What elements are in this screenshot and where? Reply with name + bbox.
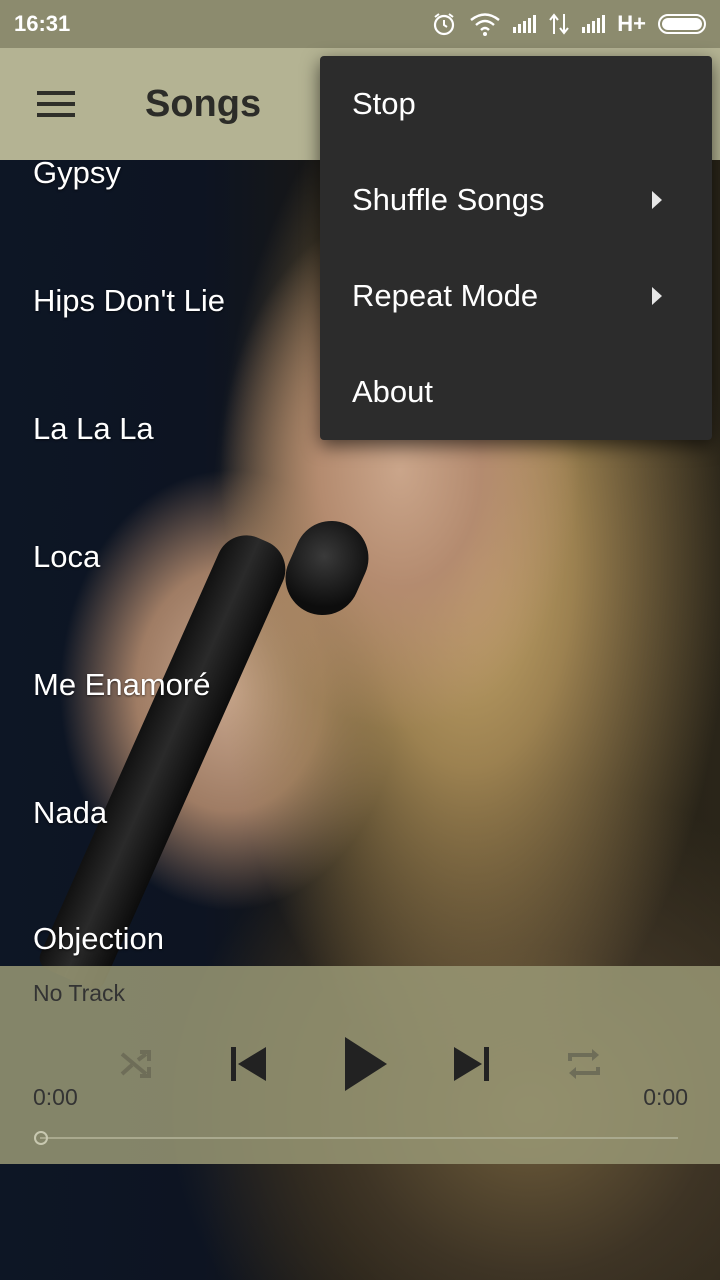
status-bar: 16:31 H+: [0, 0, 720, 48]
overflow-menu: Stop Shuffle Songs Repeat Mode About: [320, 56, 712, 440]
menu-item-about[interactable]: About: [320, 344, 712, 440]
total-duration: 0:00: [643, 1084, 688, 1110]
signal-icon: [513, 15, 537, 33]
seek-bar-track[interactable]: [40, 1137, 678, 1139]
alarm-icon: [434, 13, 455, 36]
previous-icon: [231, 1047, 266, 1081]
shuffle-icon: [120, 1050, 151, 1078]
now-playing-label: No Track: [33, 980, 126, 1006]
signal-icon-2: [582, 15, 606, 33]
status-time: 16:31: [14, 11, 71, 36]
battery-icon: [658, 14, 706, 34]
submenu-arrow-icon: [652, 287, 662, 305]
menu-item-label: About: [352, 374, 434, 409]
menu-item-label: Repeat Mode: [352, 278, 539, 313]
play-icon: [345, 1037, 387, 1091]
menu-item-stop[interactable]: Stop: [320, 56, 712, 152]
network-type-label: H+: [617, 11, 646, 36]
status-icons: H+: [431, 11, 706, 37]
seek-bar-thumb[interactable]: [34, 1131, 48, 1145]
menu-item-label: Stop: [352, 86, 416, 121]
song-item[interactable]: Me Enamoré: [33, 667, 210, 703]
menu-item-label: Shuffle Songs: [352, 182, 545, 217]
song-item[interactable]: Gypsy: [33, 160, 121, 191]
song-item[interactable]: Objection: [33, 921, 164, 957]
submenu-arrow-icon: [652, 191, 662, 209]
song-item[interactable]: La La La: [33, 411, 154, 447]
data-arrows-icon: [549, 13, 570, 35]
song-item[interactable]: Nada: [33, 795, 107, 831]
previous-button[interactable]: [226, 1044, 270, 1084]
song-item[interactable]: Hips Don't Lie: [33, 283, 225, 319]
shuffle-button[interactable]: [116, 1044, 156, 1084]
player-panel: No Track 0:00 0:00: [0, 966, 720, 1164]
elapsed-time: 0:00: [33, 1084, 78, 1110]
repeat-icon: [568, 1049, 600, 1079]
next-button[interactable]: [450, 1044, 494, 1084]
next-icon: [454, 1047, 489, 1081]
play-button[interactable]: [338, 1034, 392, 1094]
wifi-icon: [470, 13, 500, 36]
page-title: Songs: [145, 82, 262, 125]
repeat-button[interactable]: [562, 1044, 606, 1084]
menu-item-repeat-mode[interactable]: Repeat Mode: [320, 248, 712, 344]
song-item[interactable]: Loca: [33, 539, 100, 575]
menu-item-shuffle-songs[interactable]: Shuffle Songs: [320, 152, 712, 248]
hamburger-menu-icon[interactable]: [37, 91, 75, 117]
